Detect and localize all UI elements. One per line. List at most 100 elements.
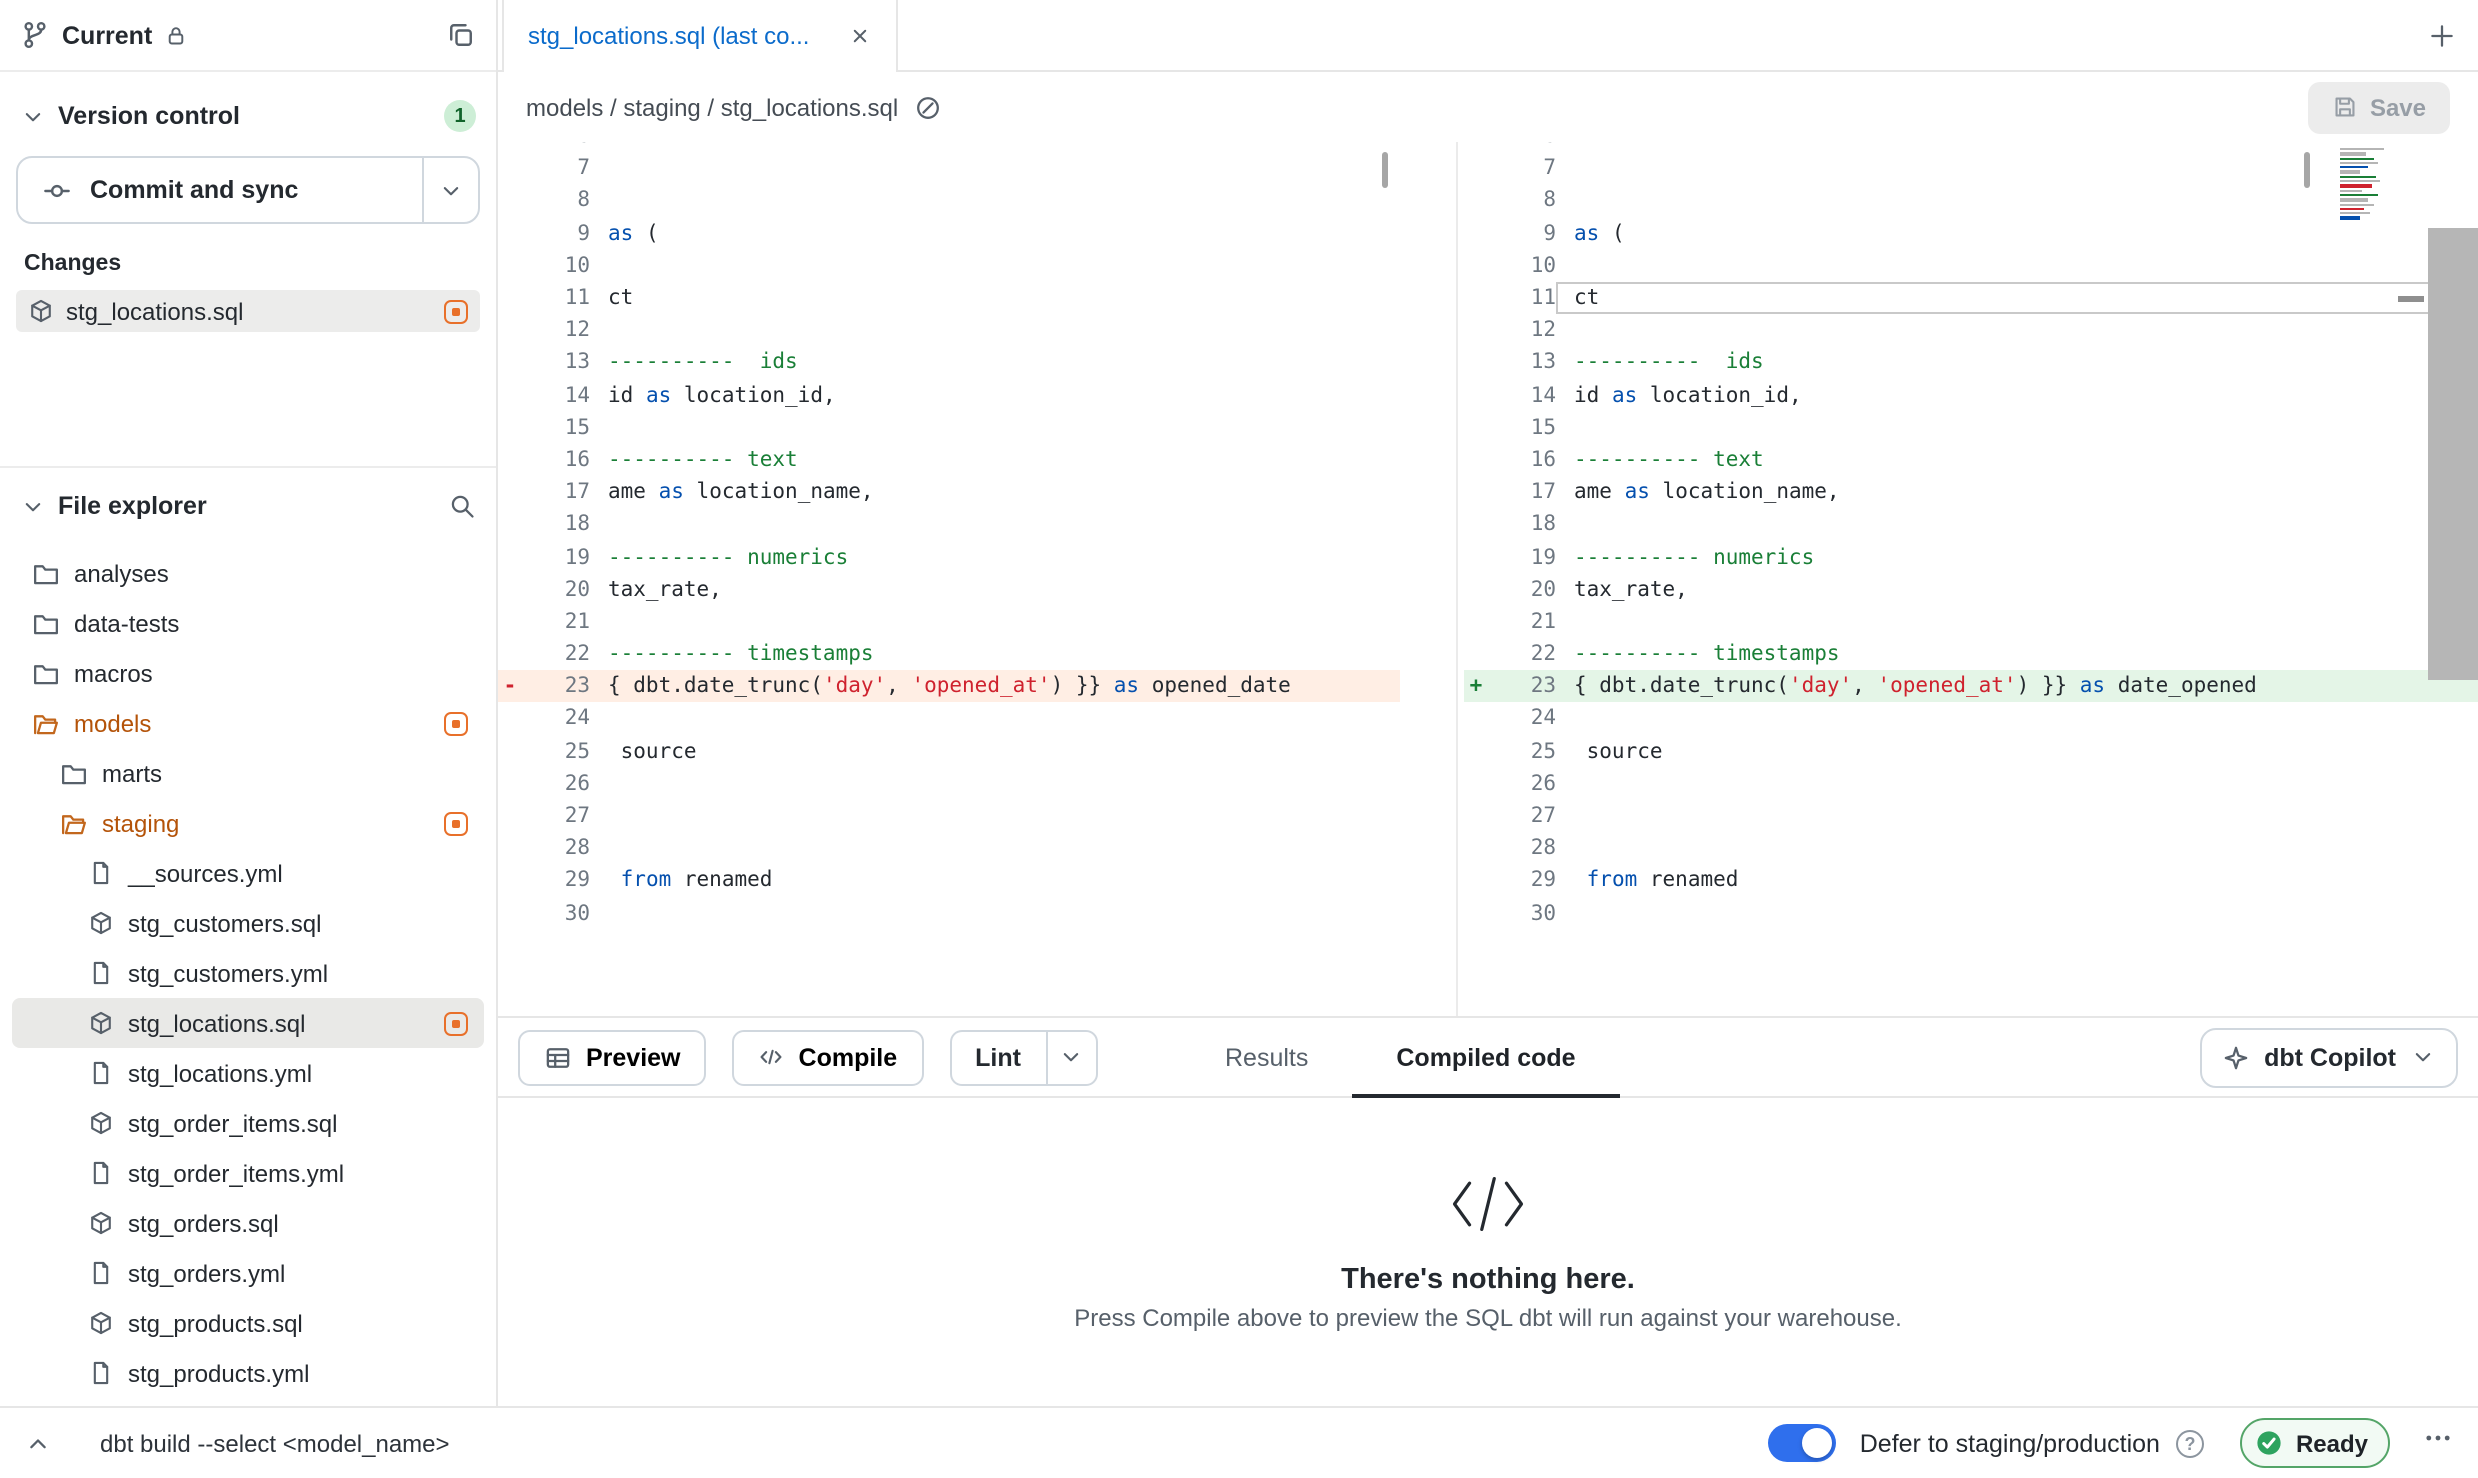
code-line-9[interactable]: 9as ( <box>1464 217 2478 249</box>
tree-item-models[interactable]: models <box>12 698 484 748</box>
dbt-copilot-button[interactable]: dbt Copilot <box>2200 1027 2458 1087</box>
scrollbar-thumb[interactable] <box>2303 152 2310 188</box>
code-line-8[interactable]: 8 <box>498 185 1400 217</box>
code-line-13[interactable]: 13---------- ids <box>1464 347 2478 379</box>
copy-icon[interactable] <box>446 20 476 50</box>
code-line-8[interactable]: 8 <box>1464 185 2478 217</box>
tree-item-analyses[interactable]: analyses <box>12 548 484 598</box>
code-line-28[interactable]: 28 <box>498 832 1400 864</box>
commit-options-button[interactable] <box>422 158 478 222</box>
compile-button[interactable]: Compile <box>733 1029 924 1085</box>
code-line-10[interactable]: 10 <box>498 250 1400 282</box>
code-line-30[interactable]: 30 <box>498 897 1400 929</box>
scrollbar-thumb[interactable] <box>1381 152 1388 188</box>
code-text <box>590 703 1400 735</box>
code-line-24[interactable]: 24 <box>1464 703 2478 735</box>
tree-item-stg_products.yml[interactable]: stg_products.yml <box>12 1348 484 1398</box>
code-line-20[interactable]: 20tax_rate, <box>1464 573 2478 605</box>
tree-item-macros[interactable]: macros <box>12 648 484 698</box>
code-line-18[interactable]: 18 <box>1464 509 2478 541</box>
more-options-button[interactable] <box>2422 1422 2454 1464</box>
file-explorer-header[interactable]: File explorer <box>0 476 496 536</box>
code-line-22[interactable]: 22---------- timestamps <box>498 638 1400 670</box>
code-line-25[interactable]: 25 source <box>1464 735 2478 767</box>
code-line-12[interactable]: 12 <box>498 314 1400 346</box>
defer-toggle[interactable] <box>1768 1424 1836 1462</box>
tree-item-marts[interactable]: marts <box>12 748 484 798</box>
slash-circle-icon[interactable] <box>914 93 942 121</box>
tree-item-stg_orders.sql[interactable]: stg_orders.sql <box>12 1198 484 1248</box>
code-line-30[interactable]: 30 <box>1464 897 2478 929</box>
help-icon[interactable]: ? <box>2176 1429 2204 1457</box>
save-button[interactable]: Save <box>2308 81 2450 133</box>
chevron-down-icon <box>20 103 46 129</box>
code-line-15[interactable]: 15 <box>498 411 1400 443</box>
code-line-19[interactable]: 19---------- numerics <box>498 541 1400 573</box>
code-line-29[interactable]: 29 from renamed <box>498 865 1400 897</box>
code-line-23[interactable]: +23{ dbt.date_trunc('day', 'opened_at') … <box>1464 670 2478 702</box>
code-line-19[interactable]: 19---------- numerics <box>1464 541 2478 573</box>
code-line-9[interactable]: 9as ( <box>498 217 1400 249</box>
code-line-29[interactable]: 29 from renamed <box>1464 865 2478 897</box>
tree-item-stg_customers.yml[interactable]: stg_customers.yml <box>12 948 484 998</box>
command-input[interactable]: dbt build --select <model_name> <box>100 1429 450 1457</box>
tab-results[interactable]: Results <box>1181 1018 1352 1096</box>
code-line-26[interactable]: 26 <box>498 768 1400 800</box>
tree-item-staging[interactable]: staging <box>12 798 484 848</box>
lint-options-button[interactable] <box>1045 1029 1097 1085</box>
ready-status-badge[interactable]: Ready <box>2240 1418 2390 1468</box>
close-icon[interactable] <box>848 24 872 48</box>
code-line-20[interactable]: 20tax_rate, <box>498 573 1400 605</box>
code-line-17[interactable]: 17ame as location_name, <box>498 476 1400 508</box>
branch-selector[interactable]: Current <box>0 0 496 72</box>
tree-item-stg_order_items.yml[interactable]: stg_order_items.yml <box>12 1148 484 1198</box>
tree-item-stg_orders.yml[interactable]: stg_orders.yml <box>12 1248 484 1298</box>
code-line-6[interactable]: 6 <box>1464 142 2478 152</box>
code-line-24[interactable]: 24 <box>498 703 1400 735</box>
tree-item-data-tests[interactable]: data-tests <box>12 598 484 648</box>
code-line-21[interactable]: 21 <box>498 606 1400 638</box>
editor-scrollbar[interactable] <box>2428 228 2478 680</box>
chevron-up-icon[interactable] <box>24 1429 52 1457</box>
code-line-23[interactable]: -23{ dbt.date_trunc('day', 'opened_at') … <box>498 670 1400 702</box>
code-line-26[interactable]: 26 <box>1464 768 2478 800</box>
new-tab-button[interactable] <box>2406 0 2478 70</box>
code-line-16[interactable]: 16---------- text <box>498 444 1400 476</box>
code-line-27[interactable]: 27 <box>498 800 1400 832</box>
code-line-17[interactable]: 17ame as location_name, <box>1464 476 2478 508</box>
code-line-7[interactable]: 7 <box>498 152 1400 184</box>
code-line-7[interactable]: 7 <box>1464 152 2478 184</box>
lint-button[interactable]: Lint <box>949 1029 1045 1085</box>
code-line-12[interactable]: 12 <box>1464 314 2478 346</box>
code-line-15[interactable]: 15 <box>1464 411 2478 443</box>
commit-and-sync-main[interactable]: Commit and sync <box>18 158 422 222</box>
tree-item-stg_order_items.sql[interactable]: stg_order_items.sql <box>12 1098 484 1148</box>
code-line-28[interactable]: 28 <box>1464 832 2478 864</box>
changed-file-stg_locations.sql[interactable]: stg_locations.sql <box>16 290 480 332</box>
code-line-14[interactable]: 14id as location_id, <box>1464 379 2478 411</box>
preview-button[interactable]: Preview <box>518 1029 707 1085</box>
minimap-slider[interactable] <box>2398 296 2424 302</box>
code-line-27[interactable]: 27 <box>1464 800 2478 832</box>
search-icon[interactable] <box>448 492 476 520</box>
code-line-25[interactable]: 25 source <box>498 735 1400 767</box>
code-line-22[interactable]: 22---------- timestamps <box>1464 638 2478 670</box>
tree-item-__sources.yml[interactable]: __sources.yml <box>12 848 484 898</box>
tree-item-stg_products.sql[interactable]: stg_products.sql <box>12 1298 484 1348</box>
code-line-16[interactable]: 16---------- text <box>1464 444 2478 476</box>
code-line-11[interactable]: 11ct <box>1464 282 2478 314</box>
tree-item-stg_locations.sql[interactable]: stg_locations.sql <box>12 998 484 1048</box>
code-line-10[interactable]: 10 <box>1464 250 2478 282</box>
version-control-header[interactable]: Version control 1 <box>16 88 480 144</box>
code-line-18[interactable]: 18 <box>498 509 1400 541</box>
code-line-21[interactable]: 21 <box>1464 606 2478 638</box>
editor-tab[interactable]: stg_locations.sql (last co... <box>502 0 898 72</box>
code-line-11[interactable]: 11ct <box>498 282 1400 314</box>
code-line-13[interactable]: 13---------- ids <box>498 347 1400 379</box>
tab-compiled-code[interactable]: Compiled code <box>1352 1018 1619 1096</box>
code-line-14[interactable]: 14id as location_id, <box>498 379 1400 411</box>
tree-item-stg_customers.sql[interactable]: stg_customers.sql <box>12 898 484 948</box>
code-line-6[interactable]: 6 <box>498 142 1400 152</box>
tree-item-stg_locations.yml[interactable]: stg_locations.yml <box>12 1048 484 1098</box>
minimap[interactable] <box>2336 146 2396 222</box>
